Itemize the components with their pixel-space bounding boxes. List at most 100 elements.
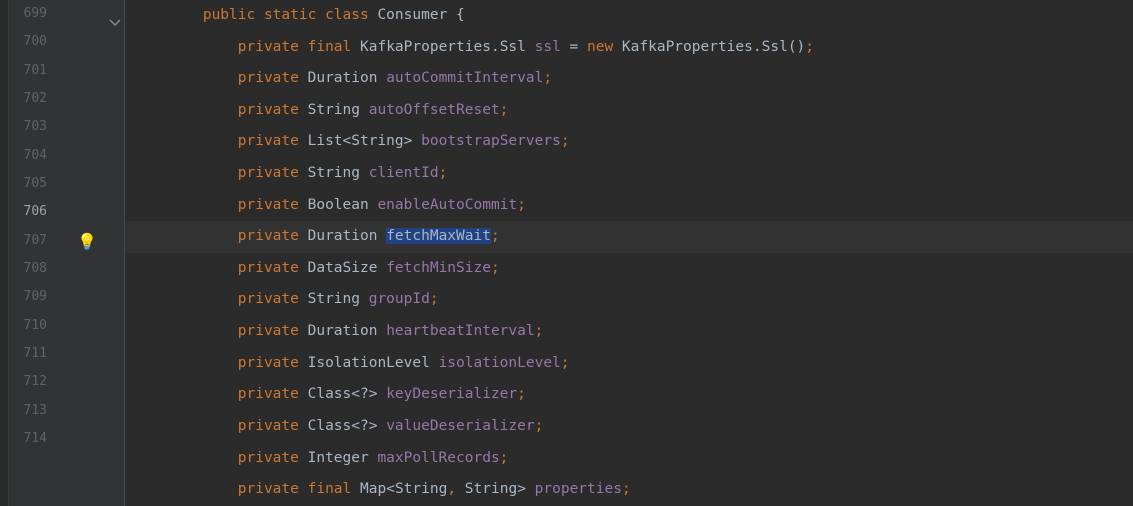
token-punct: ; [439,165,448,181]
token-punct: ; [561,133,570,149]
code-line[interactable]: private Duration autoCommitInterval; [125,63,1133,95]
token-kw: static [264,7,325,23]
token-punct: ; [805,39,814,55]
code-line[interactable]: private final KafkaProperties.Ssl ssl = … [125,32,1133,64]
code-line[interactable]: private DataSize fetchMinSize; [125,253,1133,285]
token-type: Ssl [500,39,535,55]
token-punct: ; [491,260,500,276]
code-line[interactable]: private String groupId; [125,284,1133,316]
token-punct: ; [561,355,570,371]
line-number[interactable]: 704 [9,142,65,170]
token-type: DataSize [308,260,387,276]
token-type: IsolationLevel [308,355,439,371]
token-punct: ; [535,418,544,434]
line-number[interactable]: 700 [9,28,65,56]
token-kw: private [238,418,308,434]
code-line[interactable]: private Duration heartbeatInterval; [125,316,1133,348]
code-line[interactable]: private String autoOffsetReset; [125,95,1133,127]
token-field: valueDeserializer [386,418,534,434]
icon-gutter[interactable]: 💡 [65,0,107,506]
token-text [456,481,465,497]
token-text: = [570,39,587,55]
line-number[interactable]: 701 [9,57,65,85]
code-line[interactable]: private Class<?> keyDeserializer; [125,379,1133,411]
code-editor[interactable]: 6997007017027037047057067077087097107117… [8,0,1133,506]
token-field: groupId [369,291,430,307]
token-kw: private [238,70,308,86]
token-kw: private [238,355,308,371]
code-line[interactable]: private Duration fetchMaxWait; [125,221,1133,253]
token-kw: private [238,481,308,497]
token-type: KafkaProperties [622,39,753,55]
token-field: maxPollRecords [377,450,499,466]
token-punct: , [447,481,456,497]
token-text: () [788,39,805,55]
token-type: Duration [308,228,387,244]
code-line[interactable]: private List<String> bootstrapServers; [125,126,1133,158]
token-type: Ssl [762,39,788,55]
token-text: . [753,39,762,55]
token-type: Class [308,418,352,434]
line-number[interactable]: 713 [9,397,65,425]
token-text: < [386,481,395,497]
token-field: bootstrapServers [421,133,561,149]
token-type: String [308,291,369,307]
token-type: Duration [308,70,387,86]
fold-toggle-icon[interactable] [109,10,121,22]
line-number[interactable]: 711 [9,340,65,368]
line-number[interactable]: 706 [9,198,65,226]
token-field: ssl [535,39,570,55]
lightbulb-icon[interactable]: 💡 [77,225,97,260]
line-number[interactable]: 705 [9,170,65,198]
line-number[interactable]: 707 [9,227,65,255]
token-type: Consumer [377,7,456,23]
code-line[interactable]: private IsolationLevel isolationLevel; [125,348,1133,380]
line-number[interactable]: 702 [9,85,65,113]
token-punct: ; [491,228,500,244]
token-type: String [351,133,403,149]
line-number[interactable]: 708 [9,255,65,283]
token-field: enableAutoCommit [377,197,517,213]
line-number[interactable]: 714 [9,425,65,453]
token-punct: ; [622,481,631,497]
token-field: clientId [369,165,439,181]
token-type: Boolean [308,197,378,213]
line-number-gutter[interactable]: 6997007017027037047057067077087097107117… [9,0,65,506]
token-type: Integer [308,450,378,466]
token-type: String [308,102,369,118]
token-field: properties [535,481,622,497]
code-line[interactable]: private Integer maxPollRecords; [125,443,1133,475]
line-number[interactable]: 709 [9,283,65,311]
token-field: keyDeserializer [386,386,517,402]
token-field: fetchMaxWait [386,228,491,244]
line-number[interactable]: 699 [9,0,65,28]
line-number[interactable]: 710 [9,312,65,340]
code-line[interactable]: private String clientId; [125,158,1133,190]
token-type: KafkaProperties [360,39,491,55]
token-punct: ; [543,70,552,86]
token-kw: new [587,39,622,55]
token-kw: private [238,133,308,149]
token-kw: private [238,165,308,181]
code-line[interactable]: private Boolean enableAutoCommit; [125,190,1133,222]
fold-gutter[interactable] [107,0,125,506]
token-field: autoCommitInterval [386,70,543,86]
token-kw: private [238,386,308,402]
token-type: String [395,481,447,497]
token-type: String [465,481,517,497]
token-field: heartbeatInterval [386,323,534,339]
token-field: fetchMinSize [386,260,491,276]
code-line[interactable]: private Class<?> valueDeserializer; [125,411,1133,443]
code-area[interactable]: public static class Consumer { private f… [125,0,1133,506]
line-number[interactable]: 703 [9,113,65,141]
code-line[interactable]: private final Map<String, String> proper… [125,474,1133,506]
code-line[interactable]: public static class Consumer { [125,0,1133,32]
token-punct: ; [430,291,439,307]
token-punct: ; [517,197,526,213]
token-field: isolationLevel [439,355,561,371]
token-kw: final [308,39,360,55]
token-punct: ; [500,102,509,118]
line-number[interactable]: 712 [9,368,65,396]
token-kw: class [325,7,377,23]
token-kw: final [308,481,360,497]
